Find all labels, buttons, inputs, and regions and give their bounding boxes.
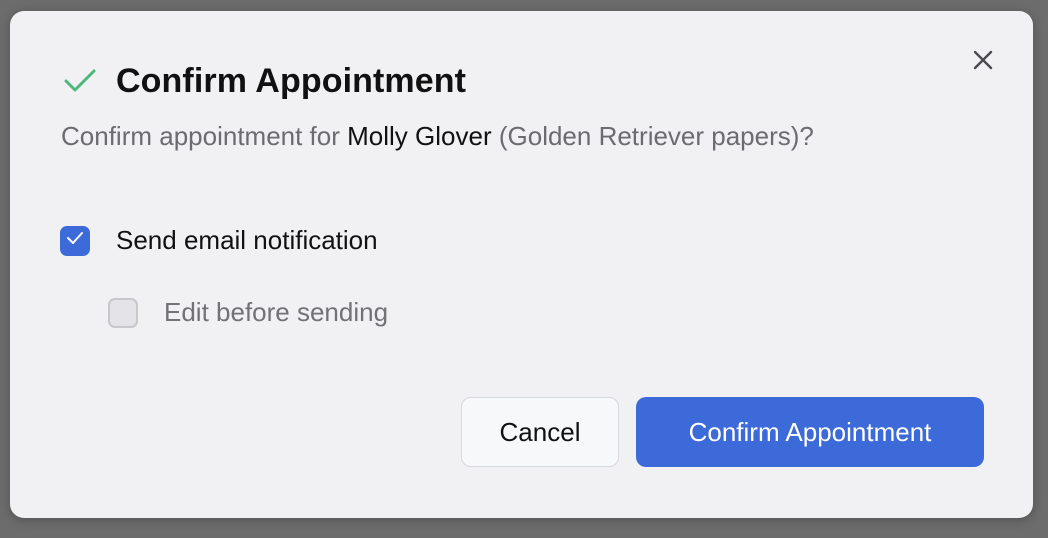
- send-email-checkbox[interactable]: [60, 225, 90, 256]
- edit-before-sending-label: Edit before sending: [164, 297, 389, 327]
- dialog-header: Confirm Appointment: [62, 61, 466, 101]
- cancel-button[interactable]: Cancel: [461, 397, 619, 467]
- client-name: Molly Glover: [347, 121, 492, 151]
- close-button[interactable]: [968, 47, 998, 77]
- edit-before-sending-option[interactable]: Edit before sending: [108, 297, 388, 328]
- confirm-appointment-button[interactable]: Confirm Appointment: [636, 397, 984, 467]
- checkmark-icon: [66, 231, 84, 250]
- send-email-label: Send email notification: [116, 225, 378, 255]
- message-prefix: Confirm appointment for: [61, 121, 348, 151]
- close-icon: [972, 49, 994, 76]
- confirm-appointment-dialog: Confirm Appointment Confirm appointment …: [10, 11, 1033, 518]
- edit-before-sending-checkbox[interactable]: [108, 297, 138, 328]
- dialog-message: Confirm appointment for Molly Glover (Go…: [61, 121, 814, 152]
- dialog-title: Confirm Appointment: [116, 61, 467, 100]
- checkmark-icon: [62, 63, 98, 99]
- message-suffix: (Golden Retriever papers)?: [491, 121, 814, 151]
- send-email-option[interactable]: Send email notification: [60, 225, 378, 256]
